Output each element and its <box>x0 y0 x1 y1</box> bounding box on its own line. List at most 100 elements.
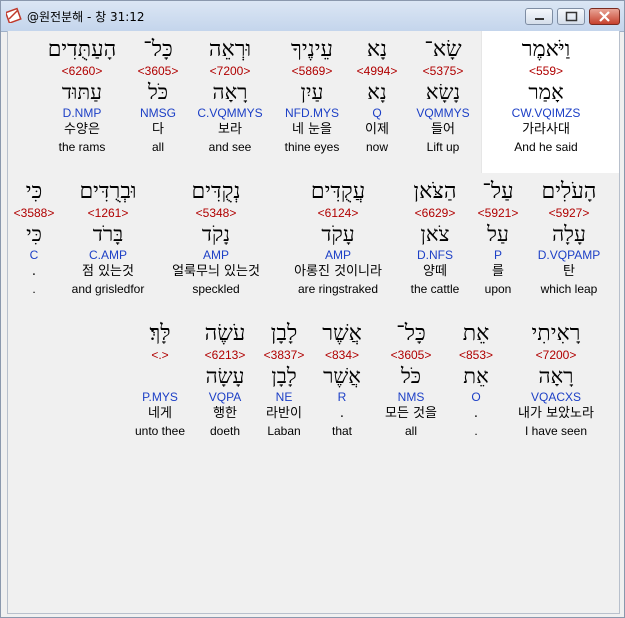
lemma: נָשָׂא <box>425 80 461 104</box>
hebrew-word: כָּל־ <box>143 37 173 62</box>
korean-gloss: 수양은 <box>64 122 100 137</box>
morphology-code: VQPA <box>208 390 242 404</box>
app-window: @원전분해 - 창 31:12 וַיֹּאמֶר <559> אָמַר CW… <box>0 0 625 618</box>
hebrew-word: עֵינֶיךָ <box>291 37 333 62</box>
word-cell[interactable]: וַיֹּאמֶר <559> אָמַר CW.VQIMZS 가라사대 And… <box>488 37 604 155</box>
word-cell[interactable]: נָא <4994> נָא Q 이제 now <box>351 37 403 155</box>
korean-gloss: . <box>31 264 37 279</box>
minimize-button[interactable] <box>525 8 553 25</box>
hebrew-word: עֲקֻדִּים <box>310 179 366 204</box>
word-cell[interactable]: הַצֹּאן <6629> צֹאן D.NFS 양떼 the cattle <box>400 179 470 297</box>
morphology-code: AMP <box>324 248 351 262</box>
korean-gloss: 이제 <box>365 122 389 137</box>
strong-number: <6629> <box>414 206 456 220</box>
english-gloss: are ringstraked <box>297 282 379 296</box>
morphology-code: NFD.MYS <box>285 106 339 120</box>
korean-gloss: 모든 것을 <box>385 406 437 421</box>
english-gloss: the rams <box>58 140 106 154</box>
lemma: כֹּל <box>147 80 169 104</box>
word-cell[interactable]: כָּל־ <3605> כֹּל NMSG 다 all <box>132 37 184 155</box>
hebrew-word: עַל־ <box>482 179 514 204</box>
korean-gloss: 내가 보았노라 <box>518 406 594 421</box>
hebrew-word: נְקֻדִּים <box>191 179 241 204</box>
korean-gloss: 점 있는것 <box>82 264 134 279</box>
strong-number: <4994> <box>356 64 398 78</box>
english-gloss: upon <box>484 282 512 296</box>
hebrew-word: הַצֹּאן <box>413 179 457 204</box>
lemma: נָא <box>367 80 387 104</box>
strong-number: <5348> <box>195 206 237 220</box>
hebrew-word: אֲשֶׁר <box>322 321 362 346</box>
morphology-code: O <box>471 390 481 404</box>
morphology-code: C.VQMMYS <box>197 106 263 120</box>
hebrew-word: אֵת <box>462 321 490 346</box>
hebrew-word: שָׂא־ <box>424 37 462 62</box>
word-cell[interactable]: נְקֻדִּים <5348> נָקֹד AMP 얼룩무늬 있는것 spec… <box>156 179 276 297</box>
morphology-code: VQACXS <box>530 390 581 404</box>
strong-number: <1261> <box>87 206 129 220</box>
english-gloss: all <box>151 140 164 154</box>
korean-gloss: 네게 <box>148 406 172 421</box>
lemma: אָמַר <box>528 80 564 104</box>
word-cell[interactable]: עֲקֻדִּים <6124> עָקֹד AMP 아롱진 것이니라 are … <box>278 179 398 297</box>
word-cell[interactable]: אֲשֶׁר <834> אֲשֶׁר R . that <box>316 321 368 439</box>
word-cell[interactable]: וּבְרֻדִּים <1261> בָּרֹד C.AMP 점 있는것 an… <box>62 179 154 297</box>
lemma: נָקֹד <box>201 222 231 246</box>
close-button[interactable] <box>589 8 620 25</box>
word-cell[interactable]: רָאִיתִי <7200> רָאָה VQACXS 내가 보았노라 I h… <box>508 321 604 439</box>
hebrew-word: כִּי <box>25 179 43 204</box>
word-cell[interactable]: שָׂא־ <5375> נָשָׂא VQMMYS 들어 Lift up <box>403 37 483 155</box>
strong-number: <853> <box>458 348 494 362</box>
word-cell[interactable]: הָעֹלִים <5927> עָלָה D.VQPAMP 탄 which l… <box>520 179 618 297</box>
morphology-code: Q <box>372 106 382 120</box>
strong-number: <3588> <box>13 206 55 220</box>
english-gloss: that <box>331 424 352 438</box>
lemma: רָאָה <box>212 80 248 104</box>
hebrew-word: לָבָן <box>270 321 298 346</box>
morphology-code: D.NMP <box>62 106 102 120</box>
korean-gloss: . <box>473 406 479 421</box>
lemma: עַתּוּד <box>61 80 103 104</box>
hebrew-word: וּרְאֵה <box>208 37 252 62</box>
word-cell[interactable]: וּרְאֵה <7200> רָאָה C.VQMMYS 보라 and see <box>190 37 270 155</box>
english-gloss: thine eyes <box>284 140 340 154</box>
lemma: עָקֹד <box>321 222 355 246</box>
hebrew-word: נָא <box>366 37 388 62</box>
korean-gloss: 아롱진 것이니라 <box>294 264 382 279</box>
word-cell[interactable]: הָעַתֻּדִים <6260> עַתּוּד D.NMP 수양은 the… <box>40 37 124 155</box>
word-cell[interactable]: כָּל־ <3605> כֹּל NMS 모든 것을 all <box>372 321 450 439</box>
window-title: @원전분해 - 창 31:12 <box>27 10 145 24</box>
english-gloss: . <box>474 424 478 438</box>
word-cell[interactable]: לָּךְ׃ <.> P.MYS 네게 unto thee <box>130 321 190 439</box>
lemma: עַל <box>487 222 509 246</box>
word-cell[interactable]: עֹשֶׂה <6213> עָשָׂה VQPA 행한 doeth <box>198 321 252 439</box>
morphology-code: AMP <box>202 248 229 262</box>
hebrew-word: עֹשֶׂה <box>204 321 246 346</box>
word-cell[interactable]: לָבָן <3837> לָבָן NE 라반이 Laban <box>258 321 310 439</box>
morphology-code: D.NFS <box>417 248 453 262</box>
word-cell[interactable]: אֵת <853> אֵת O . . <box>452 321 500 439</box>
word-cell[interactable]: כִּי <3588> כִּי C . . <box>10 179 58 297</box>
english-gloss: speckled <box>192 282 240 296</box>
korean-gloss: 탄 <box>563 264 575 279</box>
lemma: כִּי <box>26 222 42 246</box>
strong-number: <5375> <box>422 64 464 78</box>
morphology-code: R <box>337 390 347 404</box>
title-bar[interactable]: @원전분해 - 창 31:12 <box>1 1 624 32</box>
strong-number: <834> <box>324 348 360 362</box>
korean-gloss: 다 <box>152 122 164 137</box>
strong-number: <5927> <box>548 206 590 220</box>
morphology-code: NMSG <box>140 106 176 120</box>
hebrew-word: וּבְרֻדִּים <box>79 179 137 204</box>
english-gloss: and grisledfor <box>71 282 145 296</box>
korean-gloss: 얼룩무늬 있는것 <box>172 264 260 279</box>
maximize-icon <box>565 11 578 22</box>
maximize-button[interactable] <box>557 8 585 25</box>
word-cell[interactable]: עַל־ <5921> עַל P 를 upon <box>472 179 524 297</box>
korean-gloss: 들어 <box>431 122 455 137</box>
strong-number: <6213> <box>204 348 246 362</box>
morphology-code: C <box>29 248 39 262</box>
word-cell[interactable]: עֵינֶיךָ <5869> עַיִן NFD.MYS 네 눈을 thine… <box>273 37 351 155</box>
morphology-code: P <box>493 248 502 262</box>
morphology-code: P.MYS <box>142 390 178 404</box>
